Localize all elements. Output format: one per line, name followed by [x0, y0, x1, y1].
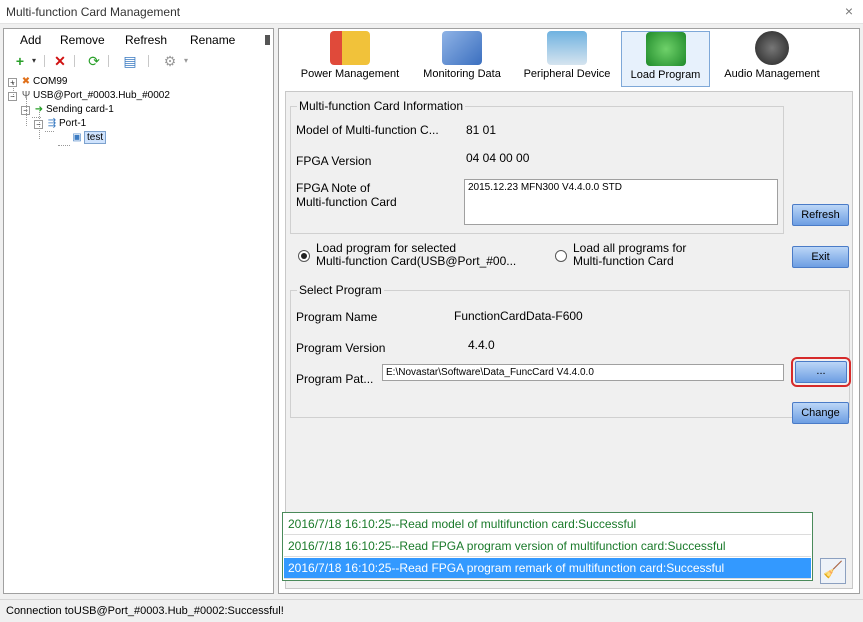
- refresh-icon[interactable]: ⟳: [86, 53, 102, 69]
- monitor-icon: [442, 31, 482, 65]
- log-entry[interactable]: 2016/7/18 16:10:25--Read FPGA program ve…: [284, 536, 811, 557]
- device-icon: ▣: [72, 132, 82, 143]
- load-all-label-2: Multi-function Card: [573, 254, 674, 268]
- select-program-title: Select Program: [297, 283, 384, 297]
- load-selected-label-2: Multi-function Card(USB@Port_#00...: [316, 254, 517, 268]
- program-path-input[interactable]: E:\Novastar\Software\Data_FuncCard V4.4.…: [382, 364, 784, 381]
- program-version-value: 4.4.0: [468, 338, 495, 352]
- title-bar: Multi-function Card Management ×: [0, 0, 863, 24]
- fpga-note-label-1: FPGA Note of: [296, 181, 371, 195]
- peripheral-icon: [547, 31, 587, 65]
- settings-icon[interactable]: ⚙: [162, 53, 178, 69]
- load-all-label-1: Load all programs for: [573, 241, 687, 255]
- collapse-icon[interactable]: −: [8, 91, 17, 101]
- tab-load-program[interactable]: Load Program: [621, 31, 710, 87]
- download-icon: [645, 32, 686, 66]
- clear-log-icon[interactable]: 🧹: [820, 558, 846, 584]
- port-icon: ⇶: [47, 118, 57, 129]
- browse-button[interactable]: ...: [791, 357, 851, 387]
- log-entry-selected[interactable]: 2016/7/18 16:10:25--Read FPGA program re…: [284, 558, 811, 579]
- fpga-note-textarea[interactable]: 2015.12.23 MFN300 V4.4.0.0 STD: [464, 179, 778, 225]
- toolbar: + ▾ ✕ ⟳ ▤ ⚙ ▾: [4, 51, 273, 71]
- rename-icon[interactable]: ▤: [122, 53, 138, 69]
- tree-node-com99[interactable]: + ✖ COM99: [8, 75, 67, 89]
- collapse-icon[interactable]: −: [34, 119, 43, 129]
- fpga-version-label: FPGA Version: [296, 154, 372, 168]
- fpga-note-label-2: Multi-function Card: [296, 195, 397, 209]
- refresh-button[interactable]: Refresh: [792, 204, 849, 226]
- speaker-icon: [755, 31, 789, 65]
- fpga-version-value: 04 04 00 00: [466, 151, 530, 165]
- expand-icon[interactable]: +: [8, 77, 17, 87]
- tab-power-management[interactable]: Power Management: [291, 31, 409, 87]
- collapse-icon[interactable]: −: [21, 105, 30, 115]
- menu-add[interactable]: Add: [20, 33, 41, 47]
- add-dropdown-icon[interactable]: ▾: [26, 53, 42, 69]
- status-bar: Connection toUSB@Port_#0003.Hub_#0002:Su…: [0, 599, 863, 622]
- program-version-label: Program Version: [296, 341, 386, 355]
- device-panel: Add Remove Refresh Rename + ▾ ✕ ⟳ ▤ ⚙ ▾: [3, 28, 274, 594]
- exit-button[interactable]: Exit: [792, 246, 849, 268]
- menu-refresh[interactable]: Refresh: [125, 33, 167, 47]
- tab-monitoring-data[interactable]: Monitoring Data: [413, 31, 511, 87]
- status-text: Connection toUSB@Port_#0003.Hub_#0002:Su…: [6, 605, 284, 617]
- close-icon[interactable]: ×: [845, 3, 853, 19]
- battery-icon: [330, 31, 370, 65]
- log-entry[interactable]: 2016/7/18 16:10:25--Read model of multif…: [284, 514, 811, 535]
- change-button[interactable]: Change: [792, 402, 849, 424]
- program-name-value: FunctionCardData-F600: [454, 309, 583, 323]
- window-title: Multi-function Card Management: [6, 5, 181, 19]
- usb-icon: Ψ: [21, 90, 31, 101]
- toolbar-grip-icon: [265, 35, 270, 45]
- tab-bar: Power Management Monitoring Data Periphe…: [279, 29, 859, 89]
- menu-rename[interactable]: Rename: [190, 33, 235, 47]
- tab-audio-management[interactable]: Audio Management: [715, 31, 829, 87]
- load-selected-radio[interactable]: [298, 250, 310, 262]
- tree-node-test[interactable]: ▣ test: [70, 131, 107, 145]
- load-selected-label-1: Load program for selected: [316, 241, 457, 255]
- model-label: Model of Multi-function C...: [296, 123, 439, 137]
- tree-node-port[interactable]: − ⇶ Port-1: [34, 117, 86, 131]
- program-name-label: Program Name: [296, 310, 378, 324]
- program-path-label: Program Pat...: [296, 372, 374, 386]
- tab-peripheral-device[interactable]: Peripheral Device: [515, 31, 619, 87]
- tree-node-sending-card[interactable]: − ➜ Sending card-1: [21, 103, 114, 117]
- card-info-title: Multi-function Card Information: [297, 99, 466, 113]
- arrow-icon: ➜: [34, 104, 44, 115]
- menu-remove[interactable]: Remove: [60, 33, 105, 47]
- app-window: Multi-function Card Management × Add Rem…: [0, 0, 863, 622]
- com-port-icon: ✖: [21, 76, 31, 87]
- load-all-radio[interactable]: [555, 250, 567, 262]
- menu-bar: Add Remove Refresh Rename: [4, 29, 273, 51]
- main-panel: Power Management Monitoring Data Periphe…: [278, 28, 860, 594]
- model-value: 81 01: [466, 123, 497, 137]
- log-list[interactable]: 2016/7/18 16:10:25--Read model of multif…: [282, 512, 813, 581]
- settings-dropdown-icon[interactable]: ▾: [178, 53, 194, 69]
- remove-icon[interactable]: ✕: [52, 53, 68, 69]
- tree-node-usb[interactable]: − Ψ USB@Port_#0003.Hub_#0002: [8, 89, 170, 103]
